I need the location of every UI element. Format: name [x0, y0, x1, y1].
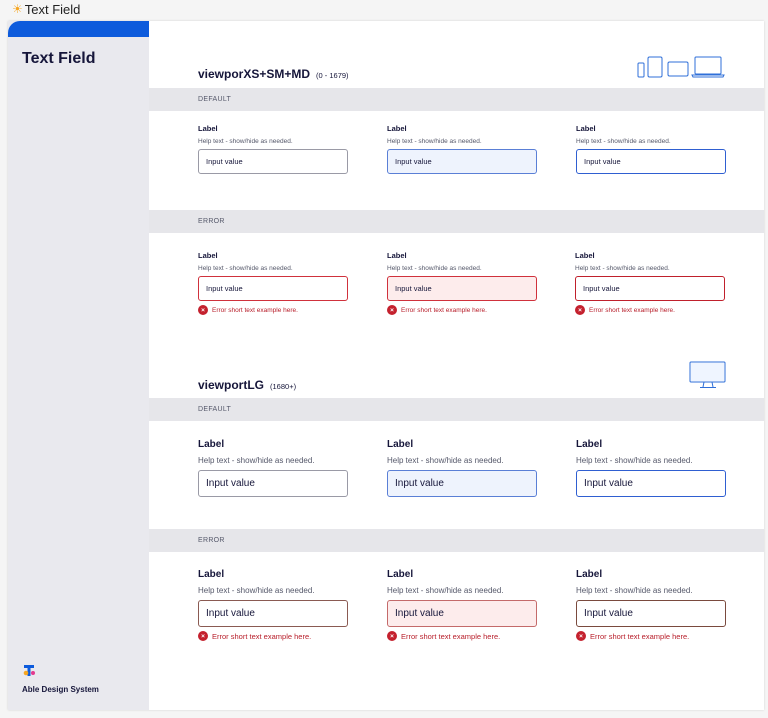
field-label: Label [576, 439, 603, 450]
text-field-error: Label Help text - show/hide as needed. I… [198, 251, 348, 315]
error-circle-icon: × [575, 305, 585, 315]
text-input[interactable]: Input value [198, 276, 348, 301]
error-circle-icon: × [198, 631, 208, 641]
band-default-small: DEFAULT [149, 88, 764, 111]
section-title-large: viewportLG (1680+) [198, 378, 297, 392]
text-field-error-hover: Label Help text - show/hide as needed. I… [387, 251, 537, 315]
text-field-focus-lg: Label Help text - show/hide as needed. I… [576, 439, 726, 497]
field-label: Label [198, 251, 218, 260]
telstra-logo-icon [23, 665, 35, 676]
section-title-small: viewporXS+SM+MD (0 - 1679) [198, 67, 349, 81]
error-circle-icon: × [387, 305, 397, 315]
field-help: Help text - show/hide as needed. [198, 265, 293, 272]
sun-icon: ☀ [12, 2, 23, 16]
sidebar: Text Field Able Design System [8, 21, 149, 710]
error-circle-icon: × [198, 305, 208, 315]
text-field-error-focus: Label Help text - show/hide as needed. I… [575, 251, 725, 315]
text-input[interactable]: Input value [576, 470, 726, 497]
text-input[interactable]: Input value [387, 470, 537, 497]
field-help: Help text - show/hide as needed. [387, 456, 504, 465]
error-message: × Error short text example here. [387, 305, 537, 315]
content: viewporXS+SM+MD (0 - 1679) DEFAULT Label … [149, 21, 764, 710]
sidebar-topbar [8, 21, 149, 37]
page-title-bar: ☀ Text Field [0, 0, 768, 18]
text-field-error-focus-lg: Label Help text - show/hide as needed. I… [576, 569, 726, 641]
error-message: × Error short text example here. [198, 631, 348, 641]
text-input[interactable]: Input value [576, 149, 726, 174]
text-field-focus: Label Help text - show/hide as needed. I… [576, 124, 726, 174]
frame: Text Field Able Design System viewporXS+… [8, 21, 764, 710]
desktop-icon [689, 361, 726, 388]
text-field-default: Label Help text - show/hide as needed. I… [198, 124, 348, 174]
band-error-small: ERROR [149, 210, 764, 233]
field-label: Label [198, 124, 218, 133]
error-message: × Error short text example here. [387, 631, 537, 641]
error-message: × Error short text example here. [575, 305, 725, 315]
section-range-large: (1680+) [270, 382, 297, 391]
field-label: Label [576, 569, 603, 580]
field-label: Label [387, 439, 414, 450]
field-help: Help text - show/hide as needed. [198, 456, 315, 465]
page-title: Text Field [24, 1, 81, 17]
text-field-hover: Label Help text - show/hide as needed. I… [387, 124, 537, 174]
field-label: Label [387, 569, 414, 580]
field-help: Help text - show/hide as needed. [387, 586, 504, 595]
section-range-small: (0 - 1679) [316, 71, 349, 80]
field-help: Help text - show/hide as needed. [575, 265, 670, 272]
devices-icon [637, 56, 725, 78]
error-circle-icon: × [576, 631, 586, 641]
field-label: Label [198, 439, 225, 450]
text-input[interactable]: Input value [576, 600, 726, 627]
field-label: Label [575, 251, 595, 260]
field-help: Help text - show/hide as needed. [387, 265, 482, 272]
text-input[interactable]: Input value [387, 276, 537, 301]
field-label: Label [198, 569, 225, 580]
sidebar-title: Text Field [22, 50, 96, 67]
text-field-error-hover-lg: Label Help text - show/hide as needed. I… [387, 569, 537, 641]
text-input[interactable]: Input value [198, 470, 348, 497]
text-input[interactable]: Input value [198, 149, 348, 174]
field-help: Help text - show/hide as needed. [198, 138, 293, 145]
field-help: Help text - show/hide as needed. [387, 138, 482, 145]
text-input[interactable]: Input value [387, 149, 537, 174]
error-message: × Error short text example here. [576, 631, 726, 641]
error-circle-icon: × [387, 631, 397, 641]
field-help: Help text - show/hide as needed. [576, 456, 693, 465]
text-field-hover-lg: Label Help text - show/hide as needed. I… [387, 439, 537, 497]
text-field-error-lg: Label Help text - show/hide as needed. I… [198, 569, 348, 641]
field-label: Label [387, 124, 407, 133]
band-default-large: DEFAULT [149, 398, 764, 421]
text-input[interactable]: Input value [198, 600, 348, 627]
field-help: Help text - show/hide as needed. [576, 586, 693, 595]
text-input[interactable]: Input value [575, 276, 725, 301]
text-field-default-lg: Label Help text - show/hide as needed. I… [198, 439, 348, 497]
field-label: Label [576, 124, 596, 133]
field-help: Help text - show/hide as needed. [576, 138, 671, 145]
brand-name: Able Design System [22, 685, 99, 694]
band-error-large: ERROR [149, 529, 764, 552]
field-help: Help text - show/hide as needed. [198, 586, 315, 595]
error-message: × Error short text example here. [198, 305, 348, 315]
field-label: Label [387, 251, 407, 260]
text-input[interactable]: Input value [387, 600, 537, 627]
